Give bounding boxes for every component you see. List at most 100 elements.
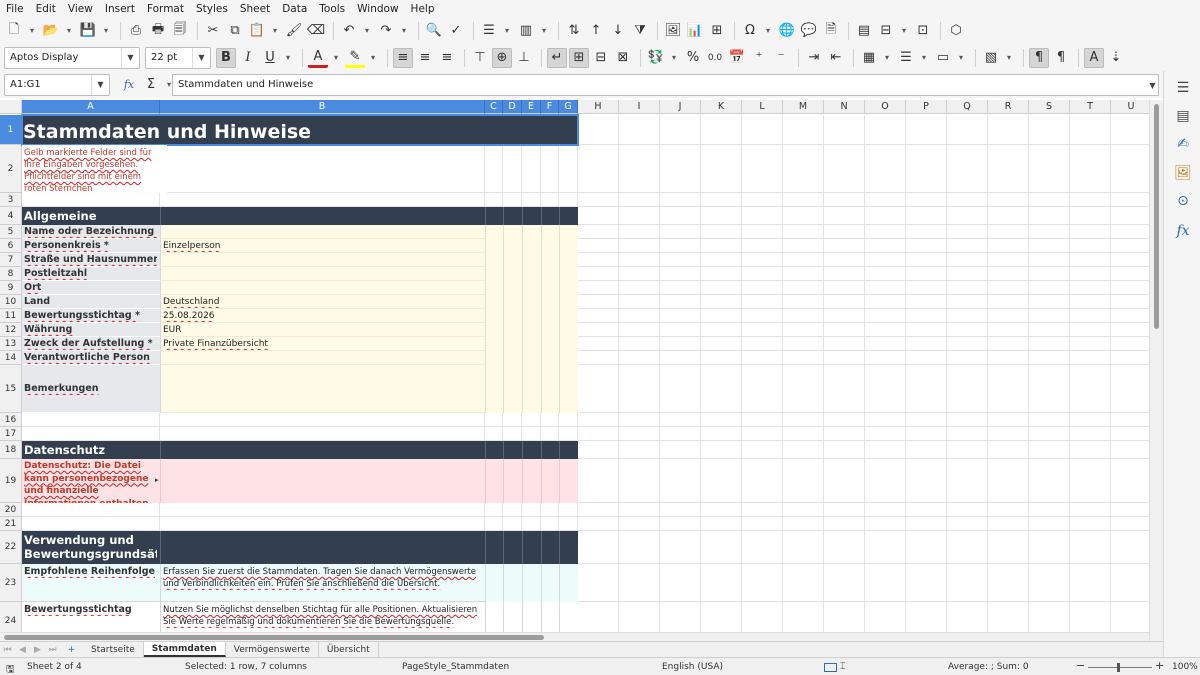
save-dropdown-icon[interactable]: ▾: [100, 21, 112, 41]
cell-d9[interactable]: [503, 281, 522, 295]
spelling-icon[interactable]: ✓: [446, 21, 466, 41]
special-character-dropdown-icon[interactable]: ▾: [762, 21, 774, 41]
intro-cell[interactable]: Gelb markierte Felder sind für Ihre Eing…: [22, 145, 167, 193]
cell-d5[interactable]: [503, 225, 522, 239]
zoom-slider[interactable]: [1088, 667, 1152, 668]
cell-d7[interactable]: [503, 253, 522, 267]
cell-d18[interactable]: [503, 441, 522, 459]
cell-c11[interactable]: [485, 309, 503, 323]
cell-g8[interactable]: [559, 267, 578, 281]
field-value-input[interactable]: Deutschland: [160, 295, 485, 309]
field-value-input[interactable]: [160, 351, 485, 365]
bold-button[interactable]: B: [216, 47, 236, 68]
insert-image-icon[interactable]: 🖼: [663, 21, 683, 41]
highlight-color-icon[interactable]: ✎: [345, 48, 365, 68]
column-header-r[interactable]: R: [988, 100, 1029, 114]
cell-d4[interactable]: [503, 207, 522, 225]
functions-icon[interactable]: fx: [1174, 222, 1192, 240]
align-middle-icon[interactable]: ⊕: [492, 47, 512, 68]
cell-f15[interactable]: [541, 365, 559, 413]
underline-dropdown-icon[interactable]: ▾: [282, 48, 294, 68]
privacy-cell[interactable]: Datenschutz: Die Datei kann personenbezo…: [22, 459, 160, 503]
row-header-6[interactable]: 6: [0, 239, 22, 253]
gallery-icon[interactable]: 🖼: [1174, 164, 1192, 182]
row-header-22[interactable]: 22: [0, 531, 22, 564]
cell-g19[interactable]: [559, 459, 578, 503]
cell-g18[interactable]: [559, 441, 578, 459]
cell-g10[interactable]: [559, 295, 578, 309]
column-icon[interactable]: ▥: [516, 21, 536, 41]
comment-icon[interactable]: 💬: [799, 21, 819, 41]
row-header-12[interactable]: 12: [0, 323, 22, 337]
cell-f11[interactable]: [541, 309, 559, 323]
zoom-in-icon[interactable]: +: [1155, 659, 1164, 672]
field-value-input[interactable]: [160, 365, 485, 413]
define-print-area-icon[interactable]: ▤: [854, 21, 874, 41]
menu-tools[interactable]: Tools: [319, 3, 345, 15]
undo-icon[interactable]: ↶: [339, 21, 359, 41]
cell-g4[interactable]: [559, 207, 578, 225]
sheet-title-cell[interactable]: Stammdaten und Hinweise: [21, 114, 579, 146]
conditional-dropdown-icon[interactable]: ▾: [1003, 48, 1015, 68]
row-header-15[interactable]: 15: [0, 365, 22, 413]
hamburger-menu-icon[interactable]: ☰: [1174, 79, 1192, 97]
field-label-cell[interactable]: Name oder Bezeichnung *: [22, 225, 160, 239]
column-dropdown-icon[interactable]: ▾: [538, 21, 550, 41]
field-label-cell[interactable]: Postleitzahl: [22, 267, 160, 281]
menu-insert[interactable]: Insert: [105, 3, 135, 15]
cell-e15[interactable]: [522, 365, 541, 413]
field-label-cell[interactable]: Land: [22, 295, 160, 309]
cell-e19[interactable]: [522, 459, 541, 503]
cell-c13[interactable]: [485, 337, 503, 351]
hyperlink-icon[interactable]: 🌐: [777, 21, 797, 41]
cell-d6[interactable]: [503, 239, 522, 253]
column-header-q[interactable]: Q: [947, 100, 988, 114]
menu-edit[interactable]: Edit: [36, 3, 56, 15]
text-direction-vertical-icon[interactable]: ⇣: [1106, 48, 1126, 68]
cell-d19[interactable]: [503, 459, 522, 503]
font-name-combo[interactable]: Aptos Display ▼: [4, 46, 140, 69]
horizontal-scroll-thumb[interactable]: [4, 635, 544, 640]
cell-c10[interactable]: [485, 295, 503, 309]
conditional-format-icon[interactable]: ▧: [981, 48, 1001, 68]
clear-formatting-icon[interactable]: ⌫: [306, 21, 326, 41]
clone-formatting-icon[interactable]: 🖌: [284, 21, 304, 41]
menu-window[interactable]: Window: [357, 3, 398, 15]
field-label-cell[interactable]: Ort: [22, 281, 160, 295]
cell-f23[interactable]: [541, 564, 559, 602]
column-header-m[interactable]: M: [783, 100, 824, 114]
column-header-a[interactable]: A: [22, 100, 160, 114]
font-color-button[interactable]: A: [308, 48, 328, 68]
next-sheet-icon[interactable]: ▶: [30, 645, 45, 655]
add-decimal-icon[interactable]: ⁺: [749, 48, 769, 68]
column-header-h[interactable]: H: [578, 100, 619, 114]
row-header-16[interactable]: 16: [0, 413, 22, 427]
section-datenschutz-cell[interactable]: Datenschutz: [22, 441, 160, 459]
row-header-5[interactable]: 5: [0, 225, 22, 239]
left-to-right-icon[interactable]: ¶: [1029, 47, 1049, 68]
cell-c18[interactable]: [485, 441, 503, 459]
export-pdf-icon[interactable]: ⎙: [126, 21, 146, 41]
row-header-9[interactable]: 9: [0, 281, 22, 295]
cut-icon[interactable]: ✂: [203, 21, 223, 41]
field-label-cell[interactable]: Straße und Hausnummer: [22, 253, 160, 267]
cell-e4[interactable]: [522, 207, 541, 225]
cell-e13[interactable]: [522, 337, 541, 351]
cell-c15[interactable]: [485, 365, 503, 413]
language-status[interactable]: English (USA): [662, 662, 723, 672]
cell-f19[interactable]: [541, 459, 559, 503]
autofilter-icon[interactable]: ⧩: [630, 21, 650, 41]
previous-sheet-icon[interactable]: ◀: [15, 645, 30, 655]
column-header-u[interactable]: U: [1111, 100, 1152, 114]
row-header-4[interactable]: 4: [0, 207, 22, 225]
cell-f12[interactable]: [541, 323, 559, 337]
cell-g22[interactable]: [559, 531, 578, 564]
cell-e14[interactable]: [522, 351, 541, 365]
column-header-i[interactable]: I: [619, 100, 660, 114]
column-header-o[interactable]: O: [865, 100, 906, 114]
border-color-dropdown-icon[interactable]: ▾: [955, 48, 967, 68]
cell-d13[interactable]: [503, 337, 522, 351]
unmerge-cells-icon[interactable]: ⊠: [613, 48, 633, 68]
function-wizard-icon[interactable]: fx: [119, 75, 139, 95]
align-center-icon[interactable]: ≡: [415, 48, 435, 68]
